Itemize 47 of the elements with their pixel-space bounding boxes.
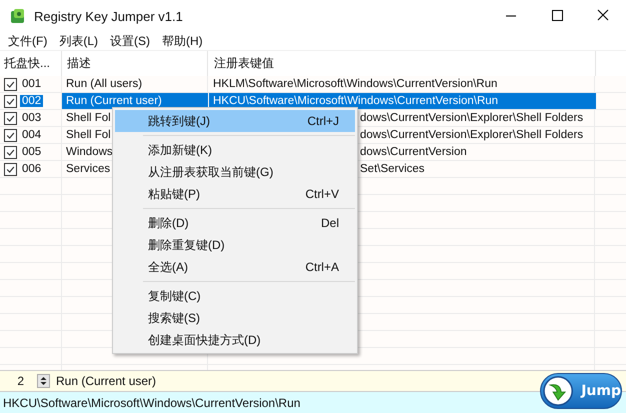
menu-item[interactable]: 全选(A) Ctrl+A	[115, 256, 355, 278]
column-header[interactable]: 托盘快...	[0, 51, 62, 76]
menu-item[interactable]: 文件(F)	[2, 32, 54, 50]
checkbox[interactable]	[4, 94, 17, 108]
row-number: 003	[21, 112, 42, 124]
menu-item[interactable]: 添加新键(K)	[115, 139, 355, 161]
row-number: 005	[21, 146, 42, 158]
table-cell-text: dows\CurrentVersion\Explorer\Shell Folders	[360, 128, 584, 143]
table-cell-text: Windows	[65, 145, 112, 160]
checkbox[interactable]	[4, 146, 17, 158]
window-title: Registry Key Jumper v1.1	[34, 8, 184, 24]
menu-item[interactable]: 设置(S)	[104, 32, 156, 50]
table-cell-text: Run (All users)	[65, 77, 144, 92]
table-cell: Run (Current user)	[62, 93, 208, 109]
checkbox[interactable]	[4, 162, 17, 176]
table-cell-text: Shell Fol	[65, 128, 112, 143]
row-number: 006	[21, 163, 42, 175]
row-number: 004	[21, 129, 42, 141]
number-field[interactable]: 2	[2, 374, 24, 388]
table-cell-text: Services	[65, 162, 112, 177]
row-number: 002	[20, 95, 44, 107]
table-cell-text: dows\CurrentVersion	[360, 145, 467, 160]
checkbox[interactable]	[4, 128, 17, 142]
row-number: 001	[21, 78, 42, 90]
menu-item[interactable]: 删除(D) Del	[115, 212, 355, 234]
description-label: Run (Current user)	[56, 374, 156, 388]
menu-item[interactable]: 帮助(H)	[156, 32, 209, 50]
checkbox[interactable]	[4, 78, 17, 90]
app-icon	[10, 8, 26, 24]
menu-item[interactable]: 删除重复键(D)	[115, 234, 355, 256]
jump-button[interactable]: Jump	[540, 373, 622, 409]
column-header[interactable]: 注册表键值	[209, 51, 596, 76]
menu-item[interactable]: 列表(L)	[53, 32, 104, 50]
menu-item[interactable]: 搜索键(S)	[115, 307, 355, 329]
table-cell: HKCU\Software\Microsoft\Windows\CurrentVersion\Run	[209, 93, 596, 109]
column-header[interactable]: 描述	[62, 51, 208, 76]
checkbox[interactable]	[4, 112, 17, 124]
table-cell-text: dows\CurrentVersion\Explorer\Shell Folders	[360, 111, 584, 126]
table-cell-text: HKLM\Software\Microsoft\Windows\CurrentVersion\Run	[212, 77, 498, 92]
menu-item[interactable]: 粘贴键(P) Ctrl+V	[115, 183, 355, 205]
menu-item[interactable]: 创建桌面快捷方式(D)	[115, 329, 355, 351]
table-cell-text: Shell Fol	[65, 111, 112, 126]
menu-item[interactable]: 从注册表获取当前键(G)	[115, 161, 355, 183]
menu-item[interactable]: 跳转到键(J) Ctrl+J	[115, 110, 355, 132]
table-cell-text: Set\Services	[360, 162, 425, 177]
spinner-icon[interactable]	[37, 374, 50, 388]
menu-item[interactable]: 复制键(C)	[115, 285, 355, 307]
